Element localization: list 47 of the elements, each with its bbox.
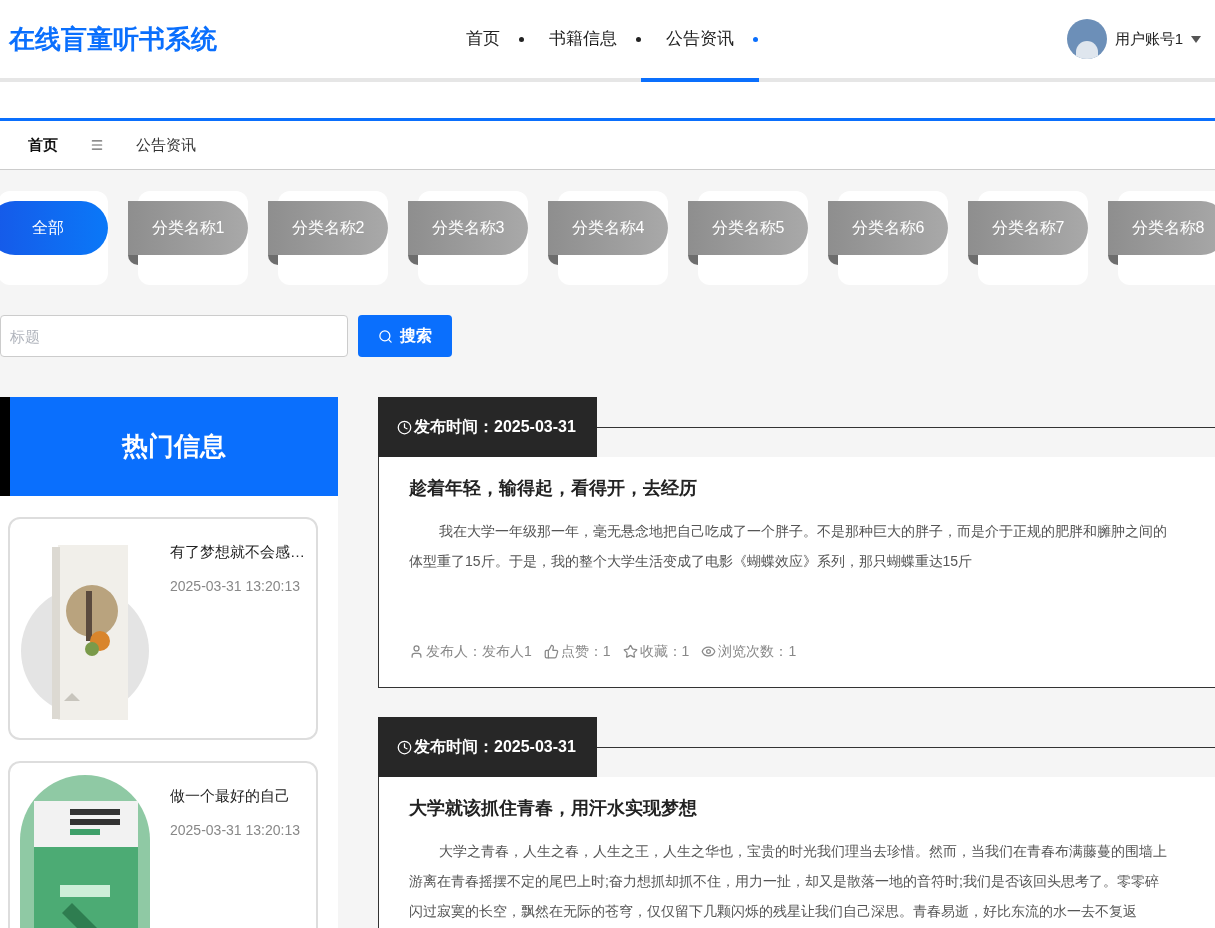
site-title: 在线盲童听书系统	[9, 22, 217, 56]
avatar[interactable]	[1066, 19, 1107, 59]
publish-date: 发布时间：2025-03-31	[414, 737, 576, 757]
menu-icon	[90, 138, 104, 152]
breadcrumb-current: 公告资讯	[136, 134, 196, 155]
search-icon	[378, 328, 393, 344]
article-excerpt: 我在大学一年级那一年，毫无悬念地把自己吃成了一个胖子。不是那种巨大的胖子，而是介于正规的肥胖和臃肿之间的 体型重了15斤。于是，我的整个大学生活变成了电影《蝴蝶效应》系列，那只蝴蝶重达15斤	[409, 522, 1168, 571]
hot-item-title: 有了梦想就不会感…	[170, 542, 305, 562]
publish-date: 发布时间：2025-03-31	[414, 417, 576, 437]
category-pill[interactable]: 分类名称1	[128, 201, 248, 255]
hot-item[interactable]: 有了梦想就不会感… 2025-03-31 13:20:13	[8, 517, 318, 740]
caret-icon[interactable]	[1191, 35, 1201, 43]
clock-icon	[397, 739, 412, 755]
category-pill[interactable]: 分类名称5	[688, 201, 808, 255]
category-pill[interactable]: 分类名称3	[408, 201, 528, 255]
hot-item-time: 2025-03-31 13:20:13	[170, 820, 300, 840]
category-pill[interactable]: 分类名称2	[268, 201, 388, 255]
category-pill[interactable]: 分类名称8	[1108, 201, 1215, 255]
article-title: 大学就该抓住青春，用汗水实现梦想	[409, 797, 698, 820]
user-name[interactable]: 用户账号1	[1114, 27, 1183, 51]
star-icon	[622, 644, 638, 659]
like-icon	[543, 644, 559, 659]
article-excerpt: 大学之青春，人生之春，人生之王，人生之华也，宝贵的时光我们理当去珍惜。然而，当我们在青春布满藤蔓的围墙上 游离在青春摇摆不定的尾巴上时;奋力想抓却抓不住，用力一扯，却又是散落一地的音符时;我们是否该回头思考了。零零碎 闪过寂寞的长空，飘然在无际的苍穹，仅仅留下几颗闪烁的残星让我们自己深思。青春易逝，好比东流的水一去不复返	[409, 842, 1168, 921]
article-meta: 浏览次数：1	[718, 642, 797, 661]
view-icon	[701, 644, 717, 659]
article-meta: 发布人：发布人1	[426, 642, 532, 661]
category-pill[interactable]: 分类名称4	[548, 201, 668, 255]
article-meta: 点赞：1	[560, 642, 611, 661]
user-icon	[409, 644, 424, 659]
search-button[interactable]: 搜索	[358, 315, 452, 357]
clock-icon	[397, 419, 412, 435]
hot-item-time: 2025-03-31 13:20:13	[170, 576, 301, 596]
article-card[interactable]: 趁着年轻，输得起，看得开，去经历 我在大学一年级那一年，毫无悬念地把自己吃成了一个胖子。不是那种巨大的胖子，而是介于正规的肥胖和臃肿之间的 体型重了15斤。于是，我的整个大学生活变成了电影《蝴蝶效应》系列，那只蝴蝶重达15斤 发布人：发布人1 点赞：1 收藏：1 浏览次数：1	[378, 457, 1215, 688]
article-meta: 收藏：1	[639, 642, 690, 661]
article-title: 趁着年轻，输得起，看得开，去经历	[409, 477, 698, 500]
article-card[interactable]: 大学就该抓住青春，用汗水实现梦想 大学之青春，人生之春，人生之王，人生之华也，宝贵的时光我们理当去珍惜。然而，当我们在青春布满藤蔓的围墙上 游离在青春摇摆不定的尾巴上时;奋力想抓却抓不住，用力一扯，却又是散落一地的音符时;我们是否该回头思考了。零零碎 闪过寂寞的长空，飘然在无际的苍穹，仅仅留下几颗闪烁的残星让我们自己深思。青春易逝，好比东流的水一去不复返	[378, 777, 1215, 928]
hot-title: 热门信息	[122, 430, 226, 463]
breadcrumb-home[interactable]: 首页	[28, 133, 58, 157]
category-pill[interactable]: 全部	[0, 201, 108, 255]
category-pill[interactable]: 分类名称7	[968, 201, 1088, 255]
nav-tab[interactable]: 书籍信息	[524, 0, 642, 82]
hot-item[interactable]: 做一个最好的自己 2025-03-31 13:20:13	[8, 761, 318, 928]
category-pill[interactable]: 分类名称6	[828, 201, 948, 255]
nav-tab[interactable]: 首页	[441, 0, 525, 82]
title-search-field[interactable]: 标题	[0, 315, 348, 357]
hot-item-title: 做一个最好的自己	[170, 786, 291, 806]
nav-tab[interactable]: 公告资讯	[641, 0, 759, 82]
